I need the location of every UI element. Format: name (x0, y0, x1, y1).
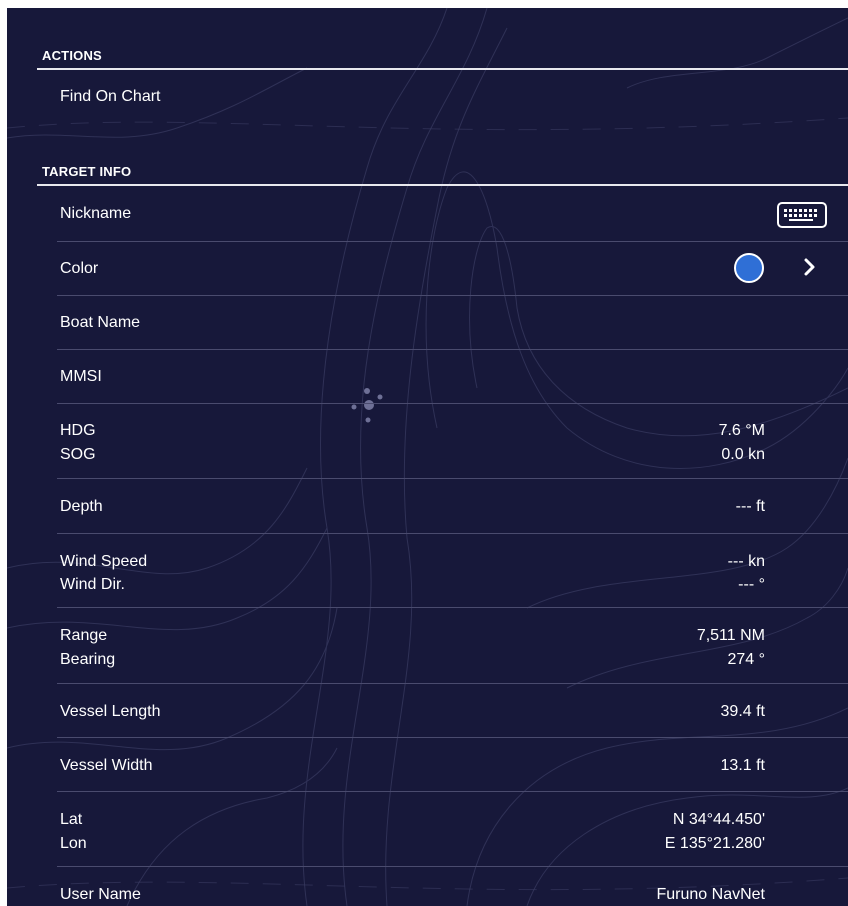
keyboard-icon[interactable] (777, 202, 827, 228)
hdg-value: 7.6 °M (718, 422, 765, 439)
row-divider (57, 403, 848, 404)
vessel-length-label: Vessel Length (60, 703, 161, 720)
row-divider (57, 533, 848, 534)
wind-dir-value: --- ° (738, 576, 765, 593)
color-label: Color (60, 260, 99, 277)
section-divider (37, 184, 848, 186)
depth-label: Depth (60, 498, 103, 515)
row-divider (57, 737, 848, 738)
find-on-chart-button[interactable]: Find On Chart (60, 88, 160, 106)
row-divider (57, 866, 848, 867)
lon-value: E 135°21.280' (664, 835, 765, 852)
row-divider (57, 478, 848, 479)
hdg-label: HDG (60, 422, 96, 439)
bearing-label: Bearing (60, 651, 116, 668)
color-swatch[interactable] (734, 253, 764, 283)
bearing-value: 274 ° (727, 651, 765, 668)
lat-value: N 34°44.450' (672, 811, 765, 828)
section-header-target-info: TARGET INFO (42, 164, 132, 179)
sog-label: SOG (60, 446, 96, 463)
row-divider (57, 241, 848, 242)
wind-speed-value: --- kn (727, 553, 765, 570)
lon-label: Lon (60, 835, 87, 852)
user-name-value: Furuno NavNet (656, 886, 766, 903)
section-header-actions: ACTIONS (42, 48, 102, 63)
lat-label: Lat (60, 811, 83, 828)
vessel-length-value: 39.4 ft (720, 703, 765, 720)
boat-name-label: Boat Name (60, 314, 141, 331)
row-divider (57, 607, 848, 608)
row-divider (57, 791, 848, 792)
row-divider (57, 683, 848, 684)
wind-dir-label: Wind Dir. (60, 576, 125, 593)
depth-value: --- ft (735, 498, 765, 515)
mmsi-label: MMSI (60, 368, 102, 385)
range-value: 7,511 NM (696, 627, 765, 644)
row-divider (57, 349, 848, 350)
vessel-width-value: 13.1 ft (720, 757, 765, 774)
range-label: Range (60, 627, 108, 644)
wind-speed-label: Wind Speed (60, 553, 148, 570)
sog-value: 0.0 kn (721, 446, 765, 463)
nickname-label: Nickname (60, 205, 132, 222)
vessel-width-label: Vessel Width (60, 757, 153, 774)
row-divider (57, 295, 848, 296)
section-divider (37, 68, 848, 70)
chevron-right-icon[interactable] (802, 256, 818, 278)
user-name-label: User Name (60, 886, 141, 903)
target-info-panel: ACTIONS Find On Chart TARGET INFO Nickna… (7, 8, 848, 906)
loading-spinner-icon (351, 388, 383, 423)
